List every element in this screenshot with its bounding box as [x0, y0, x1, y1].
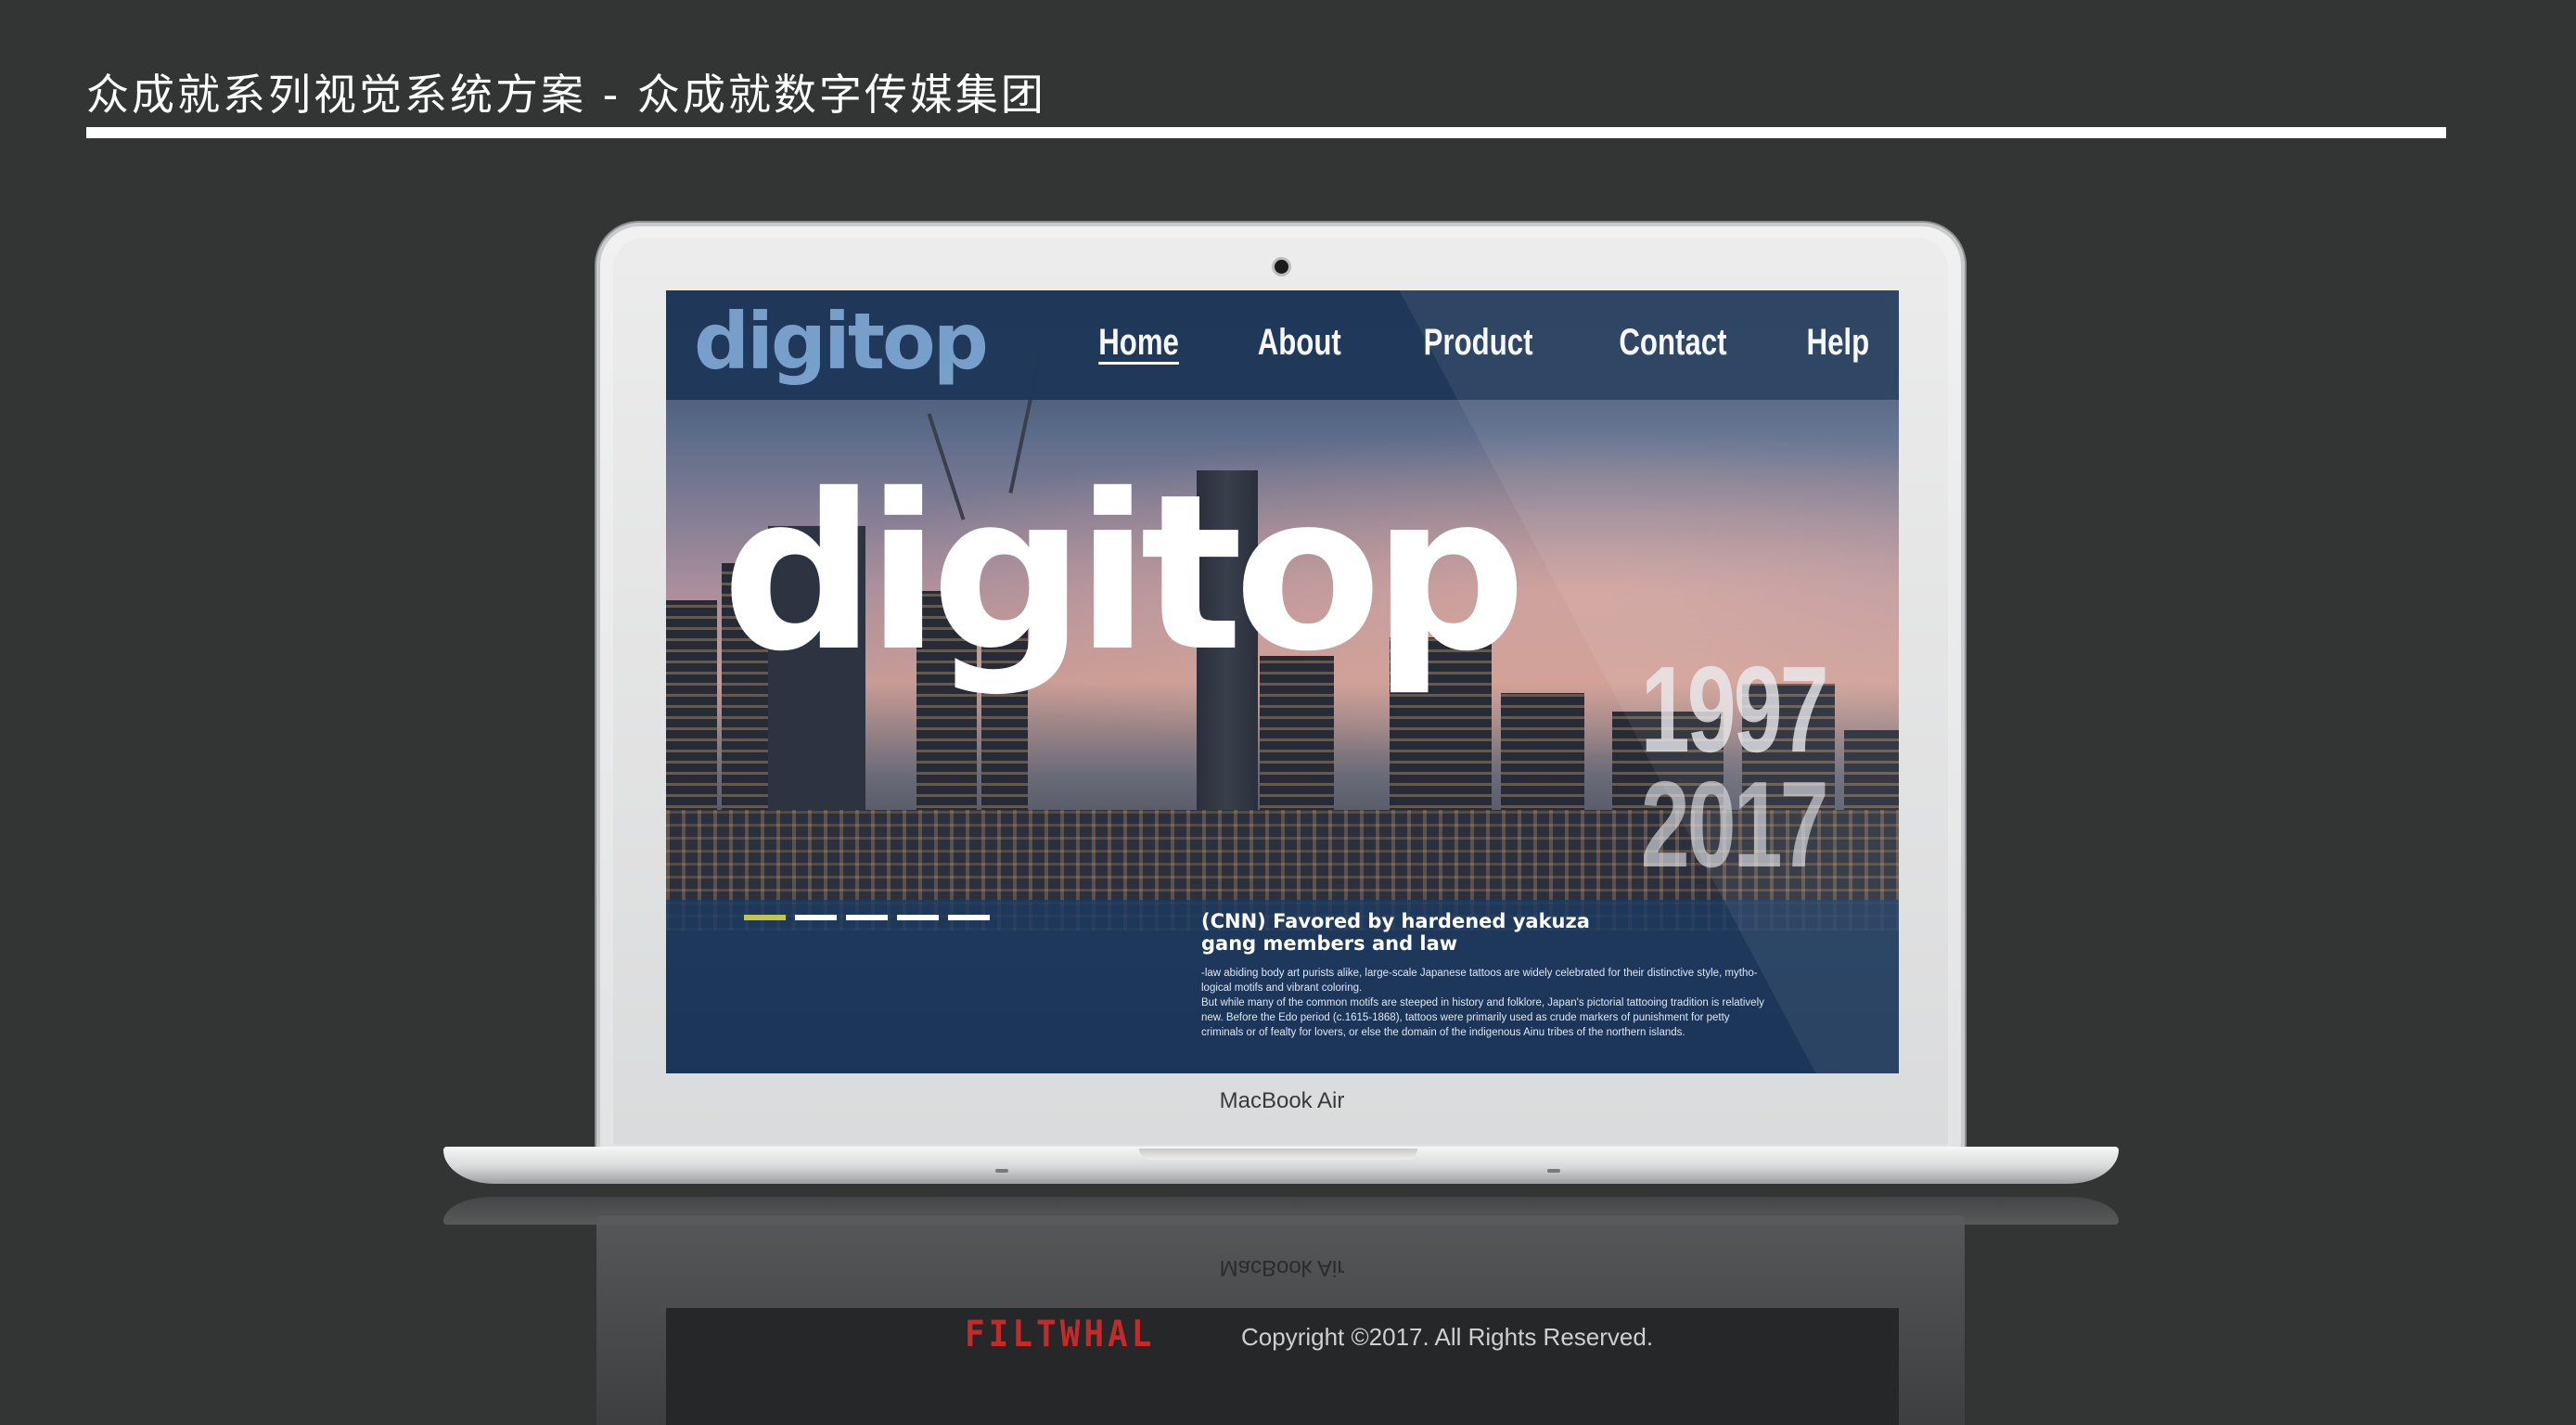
website-screen: FFC digitop Home About Product Contact H… — [666, 290, 1899, 1073]
news-body-line: new. Before the Edo period (c.1615-1868)… — [1201, 1012, 1730, 1023]
slider-dot[interactable] — [897, 915, 939, 920]
webcam-icon — [1275, 260, 1288, 274]
slider-dot[interactable] — [948, 915, 990, 920]
laptop-foot — [995, 1169, 1008, 1173]
news-headline-line: (CNN) Favored by hardened yakuza — [1201, 910, 1590, 932]
news-body-line: logical motifs and vibrant coloring. — [1201, 982, 1363, 994]
slider-dots — [744, 915, 990, 920]
news-body-line: -law abiding body art purists alike, lar… — [1201, 968, 1758, 979]
slider-dot[interactable] — [795, 915, 837, 920]
news-headline-line: gang members and law — [1201, 932, 1458, 955]
laptop-foot — [1547, 1169, 1560, 1173]
slider-dot[interactable] — [744, 915, 786, 920]
hero-logo: digitop — [722, 448, 1527, 699]
laptop-notch — [1139, 1149, 1417, 1160]
reflection-model-label: MacBook Air — [1219, 1255, 1345, 1280]
news-body-line: But while many of the common motifs are … — [1201, 997, 1764, 1008]
brand-logo[interactable]: digitop — [694, 296, 989, 387]
footer-logo: FILTWHAL — [965, 1313, 1156, 1356]
news-body: -law abiding body art purists alike, lar… — [1201, 966, 1851, 1040]
news-body-line: criminals or of fealty for lovers, or el… — [1201, 1027, 1685, 1038]
news-headline[interactable]: (CNN) Favored by hardened yakuza gang me… — [1201, 910, 1721, 955]
nav-home[interactable]: Home — [1098, 322, 1179, 364]
laptop-model-label: MacBook Air — [1219, 1088, 1345, 1113]
title-divider — [86, 127, 2446, 138]
footer-copyright: Copyright ©2017. All Rights Reserved. — [1241, 1323, 1654, 1351]
page-title: 众成就系列视觉系统方案 - 众成就数字传媒集团 — [86, 70, 1046, 120]
slider-dot[interactable] — [846, 915, 888, 920]
nav-about[interactable]: About — [1257, 322, 1340, 364]
